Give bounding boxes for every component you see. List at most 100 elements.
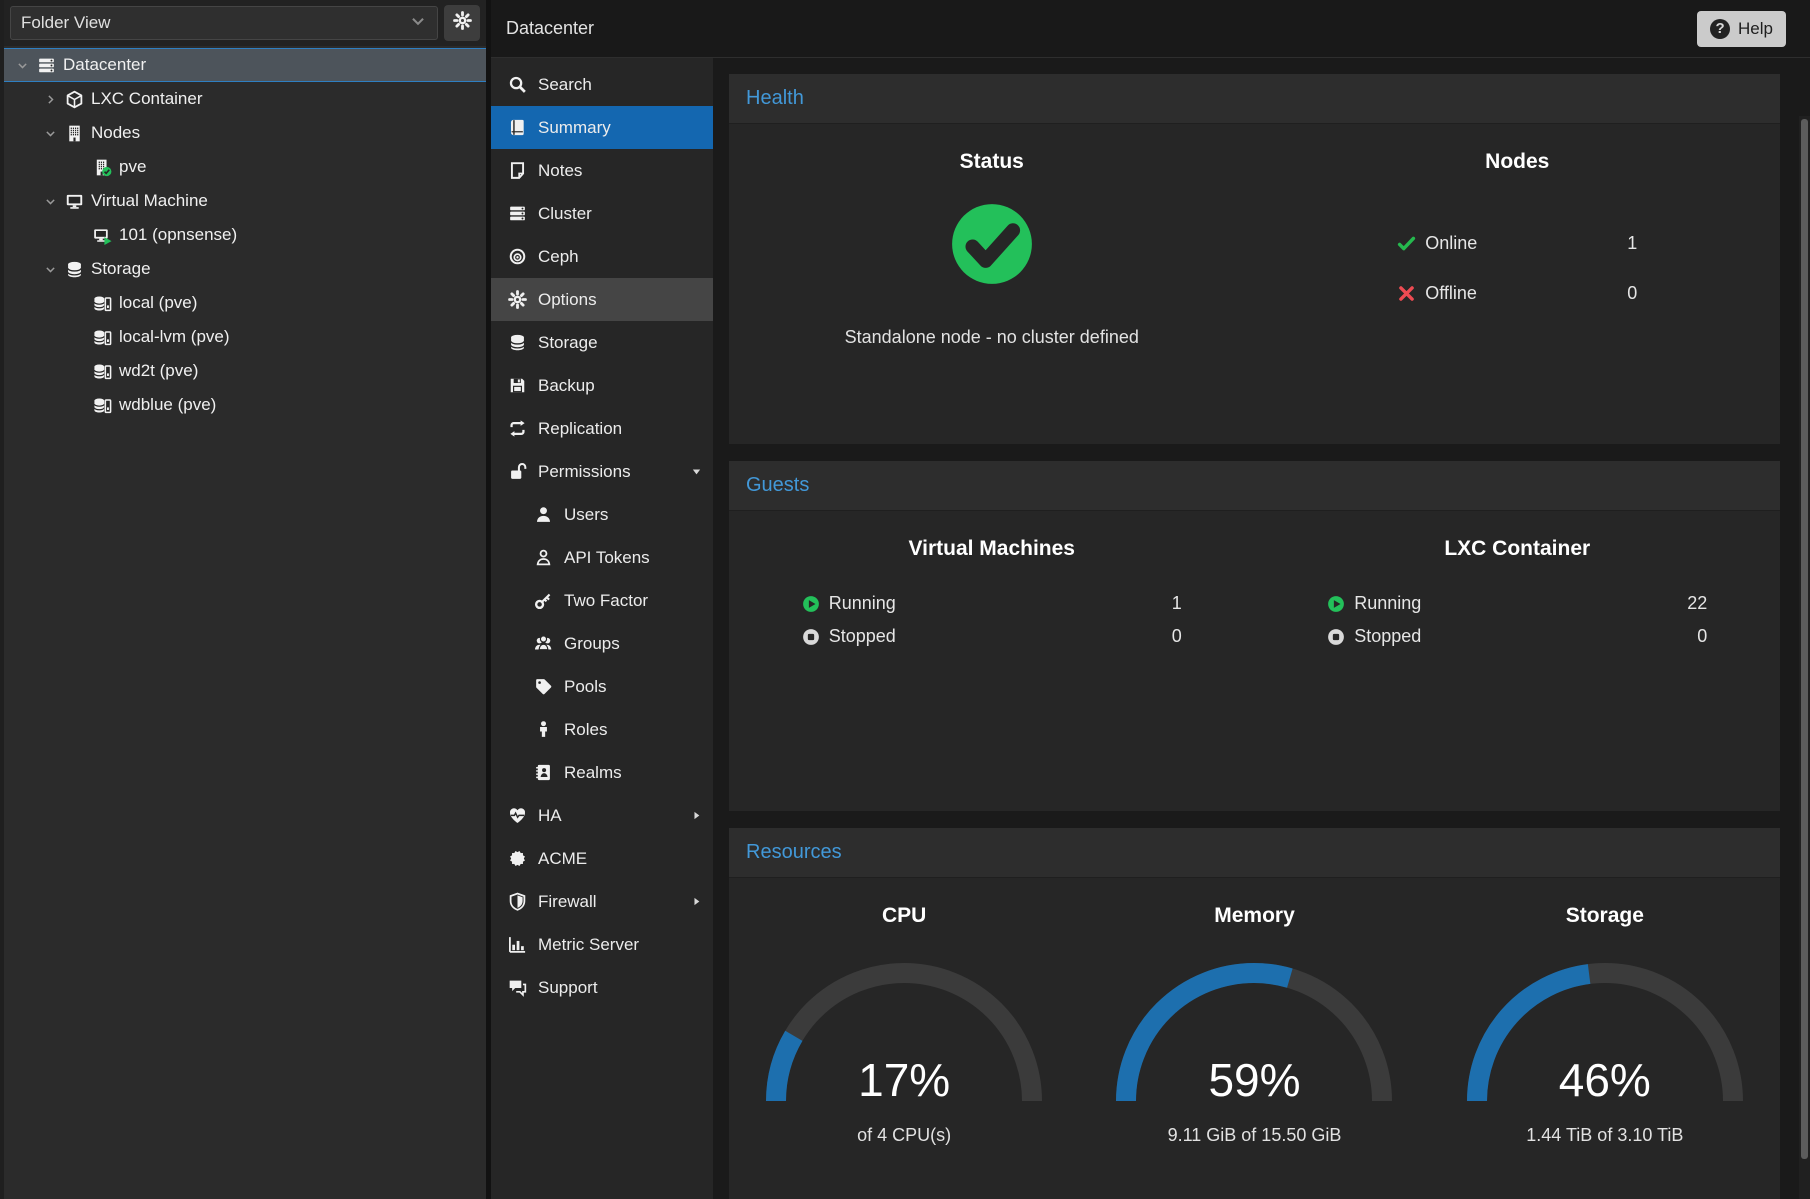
- guest-status-row: Stopped0: [1327, 620, 1707, 653]
- nav-item-replication[interactable]: Replication: [491, 407, 713, 450]
- database-drive-icon: [93, 328, 112, 347]
- search-icon: [507, 75, 527, 94]
- gauge-percent-value: 17%: [759, 1053, 1049, 1107]
- tree-item-101-opnsense[interactable]: 101 (opnsense): [4, 218, 486, 252]
- nav-item-storage[interactable]: Storage: [491, 321, 713, 364]
- tree-expander-icon[interactable]: [42, 195, 58, 208]
- nav-item-label: Users: [564, 505, 703, 525]
- resources-panel: Resources CPU 17%of 4 CPU(s)Memory 59%9.…: [729, 828, 1780, 1199]
- play-circle-icon: [802, 595, 820, 613]
- nav-item-realms[interactable]: Realms: [491, 751, 713, 794]
- tree-item-label: Datacenter: [63, 55, 146, 75]
- user-icon: [533, 505, 553, 524]
- tree-expander-icon[interactable]: [42, 263, 58, 276]
- gauge: 46%: [1460, 954, 1750, 1109]
- cluster-status-column: Status Standalone node - no cluster defi…: [729, 124, 1255, 444]
- resource-gauge-storage: Storage 46%1.44 TiB of 3.10 TiB: [1430, 878, 1780, 1199]
- gauge-percent-value: 59%: [1109, 1053, 1399, 1107]
- nav-item-label: Ceph: [538, 247, 703, 267]
- guest-status-label: Stopped: [829, 626, 896, 647]
- nav-item-label: Notes: [538, 161, 703, 181]
- nav-item-label: Backup: [538, 376, 703, 396]
- nav-item-ha[interactable]: HA: [491, 794, 713, 837]
- cube-icon: [65, 90, 84, 109]
- monitor-icon: [65, 192, 84, 211]
- status-message: Standalone node - no cluster defined: [845, 327, 1139, 348]
- guests-column-title: LXC Container: [1444, 537, 1590, 561]
- nav-item-label: Firewall: [538, 892, 679, 912]
- tree-item-pve[interactable]: pve: [4, 150, 486, 184]
- nav-item-pools[interactable]: Pools: [491, 665, 713, 708]
- tree-item-label: Storage: [91, 259, 151, 279]
- nav-item-metric-server[interactable]: Metric Server: [491, 923, 713, 966]
- tree-item-virtual-machine[interactable]: Virtual Machine: [4, 184, 486, 218]
- comments-icon: [507, 978, 527, 997]
- nav-item-label: API Tokens: [564, 548, 703, 568]
- right-region: Datacenter ? Help SearchSummary Notes Clus…: [491, 0, 1810, 1199]
- datacenter-nav: SearchSummary Notes Cluster Ceph OptionsStor…: [491, 58, 713, 1199]
- nav-item-groups[interactable]: Groups: [491, 622, 713, 665]
- tree-item-wd2t-pve[interactable]: wd2t (pve): [4, 354, 486, 388]
- tree-item-storage[interactable]: Storage: [4, 252, 486, 286]
- nav-item-support[interactable]: Support: [491, 966, 713, 1009]
- help-button[interactable]: ? Help: [1697, 11, 1786, 47]
- resource-gauge-cpu: CPU 17%of 4 CPU(s): [729, 878, 1079, 1199]
- guest-status-row: Stopped 0: [802, 620, 1182, 653]
- database-drive-icon: [93, 294, 112, 313]
- nav-item-search[interactable]: Search: [491, 63, 713, 106]
- note-icon: [507, 161, 527, 180]
- nav-item-acme[interactable]: ACME: [491, 837, 713, 880]
- tree-expander-icon[interactable]: [14, 59, 30, 72]
- building-icon: [65, 124, 84, 143]
- nav-item-permissions[interactable]: Permissions: [491, 450, 713, 493]
- status-title: Status: [960, 150, 1024, 174]
- app-header: Datacenter ? Help: [491, 0, 1810, 58]
- tree-settings-button[interactable]: [444, 5, 480, 41]
- cross-icon: [1397, 284, 1416, 303]
- tree-item-nodes[interactable]: Nodes: [4, 116, 486, 150]
- key-icon: [533, 591, 553, 610]
- nav-item-notes[interactable]: Notes: [491, 149, 713, 192]
- tree-item-local-pve[interactable]: local (pve): [4, 286, 486, 320]
- guests-column-lxc-container: LXC Container Running22Stopped0: [1255, 511, 1781, 811]
- guest-status-row: Running1: [802, 587, 1182, 620]
- nav-item-users[interactable]: Users: [491, 493, 713, 536]
- tree-item-local-lvm-pve[interactable]: local-lvm (pve): [4, 320, 486, 354]
- nav-item-two-factor[interactable]: Two Factor: [491, 579, 713, 622]
- content-scrollbar[interactable]: [1799, 116, 1810, 1199]
- nav-item-firewall[interactable]: Firewall: [491, 880, 713, 923]
- gauge-subtitle: of 4 CPU(s): [857, 1125, 951, 1146]
- users-icon: [533, 634, 553, 653]
- heartbeat-icon: [507, 806, 527, 825]
- nav-item-options[interactable]: Options: [491, 278, 713, 321]
- tree-item-wdblue-pve[interactable]: wdblue (pve): [4, 388, 486, 422]
- tree-item-label: wd2t (pve): [119, 361, 198, 381]
- node-status-row: Online1: [1397, 218, 1637, 268]
- seal-icon: [507, 849, 527, 868]
- scrollbar-thumb[interactable]: [1801, 119, 1808, 1159]
- tree-item-datacenter[interactable]: Datacenter: [4, 48, 486, 82]
- caret-right-icon: [690, 895, 703, 908]
- health-panel-header: Health: [729, 74, 1780, 124]
- nav-item-summary[interactable]: Summary: [491, 106, 713, 149]
- resource-tree-panel: Folder View Datacenter LXC ContainerNodes…: [0, 0, 486, 1199]
- nav-item-ceph[interactable]: Ceph: [491, 235, 713, 278]
- tag-icon: [533, 677, 553, 696]
- nav-item-label: ACME: [538, 849, 703, 869]
- nav-item-roles[interactable]: Roles: [491, 708, 713, 751]
- floppy-icon: [507, 376, 527, 395]
- nav-item-backup[interactable]: Backup: [491, 364, 713, 407]
- guest-status-row: Running22: [1327, 587, 1707, 620]
- node-status-value: 0: [1627, 283, 1637, 304]
- guest-status-value: 0: [1172, 626, 1182, 647]
- database-icon: [507, 333, 527, 352]
- tree-item-label: local (pve): [119, 293, 197, 313]
- nav-item-api-tokens[interactable]: API Tokens: [491, 536, 713, 579]
- view-mode-select[interactable]: Folder View: [10, 6, 438, 40]
- tree-expander-icon[interactable]: [42, 127, 58, 140]
- address-book-icon: [533, 763, 553, 782]
- nav-item-label: Support: [538, 978, 703, 998]
- nav-item-cluster[interactable]: Cluster: [491, 192, 713, 235]
- tree-item-lxc-container[interactable]: LXC Container: [4, 82, 486, 116]
- tree-expander-icon[interactable]: [42, 93, 58, 106]
